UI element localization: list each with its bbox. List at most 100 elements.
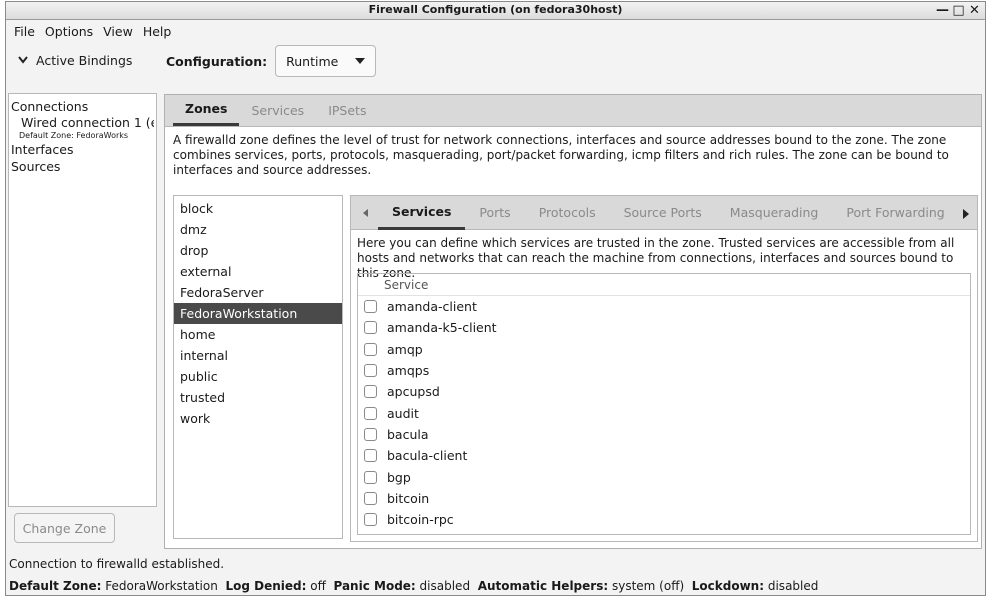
service-checkbox[interactable] — [364, 513, 377, 527]
connection-item[interactable]: Wired connection 1 (er — [11, 115, 154, 131]
service-name: amqp — [387, 341, 423, 357]
active-bindings-pane: Active Bindings Connections Wired connec… — [6, 43, 161, 553]
zone-tab-bar: Services Ports Protocols Source Ports Ma… — [351, 196, 977, 230]
interfaces-header: Interfaces — [11, 142, 74, 157]
sources-header: Sources — [11, 159, 61, 174]
menu-view[interactable]: View — [98, 24, 138, 39]
window-title: Firewall Configuration (on fedora30host) — [368, 3, 623, 16]
menu-options[interactable]: Options — [40, 24, 98, 39]
caret-down-icon — [355, 58, 366, 64]
configuration-select[interactable]: Runtime — [275, 45, 377, 77]
service-name: apcupsd — [387, 384, 440, 400]
service-row: bacula — [358, 424, 970, 445]
service-checkbox[interactable] — [364, 342, 377, 356]
service-checkbox[interactable] — [364, 300, 377, 314]
service-name: bgp — [387, 469, 411, 485]
service-name: bitcoin-rpc — [387, 512, 454, 528]
connection-zone: Default Zone: FedoraWorks — [19, 131, 129, 140]
zone-tab-port-forwarding[interactable]: Port Forwarding — [832, 196, 958, 230]
title-bar: Firewall Configuration (on fedora30host)… — [6, 2, 985, 20]
service-checkbox[interactable] — [364, 406, 377, 420]
minimize-button[interactable]: — — [936, 2, 949, 19]
service-row: bacula-client — [358, 445, 970, 466]
lockdown-label: Lockdown: — [691, 579, 765, 593]
service-row: amanda-k5-client — [358, 317, 970, 338]
service-row: amanda-client — [358, 296, 970, 317]
service-row: bitcoin — [358, 488, 970, 509]
default-zone-value: FedoraWorkstation — [105, 579, 218, 593]
service-column-header[interactable]: Service — [358, 274, 970, 296]
services-table: Service amanda-client amanda-k5-client a… — [357, 273, 971, 535]
maximize-button[interactable]: □ — [952, 2, 965, 19]
services-description: Here you can define which services are t… — [357, 236, 955, 280]
zone-tab-masquerading[interactable]: Masquerading — [716, 196, 833, 230]
change-zone-button[interactable]: Change Zone — [14, 513, 115, 543]
automatic-helpers-value: system (off) — [611, 579, 685, 593]
zone-list: block dmz drop external FedoraServer Fed… — [173, 195, 343, 539]
service-checkbox[interactable] — [364, 385, 377, 399]
zone-item[interactable]: public — [174, 366, 342, 387]
service-checkbox[interactable] — [364, 364, 377, 378]
bindings-list: Connections Wired connection 1 (er Defau… — [8, 93, 157, 507]
service-checkbox[interactable] — [364, 449, 377, 463]
menu-help[interactable]: Help — [138, 24, 177, 39]
service-name: amanda-client — [387, 299, 477, 315]
lockdown-value: disabled — [767, 579, 819, 593]
zone-item[interactable]: internal — [174, 345, 342, 366]
zone-tab-services[interactable]: Services — [378, 196, 466, 230]
service-checkbox[interactable] — [364, 427, 377, 441]
zone-tab-protocols[interactable]: Protocols — [525, 196, 610, 230]
zone-item[interactable]: trusted — [174, 387, 342, 408]
service-name: amqps — [387, 363, 430, 379]
menu-file[interactable]: File — [9, 24, 40, 39]
service-row: amqps — [358, 360, 970, 381]
zone-item[interactable]: home — [174, 324, 342, 345]
service-checkbox[interactable] — [364, 470, 377, 484]
default-zone-label: Default Zone: — [9, 579, 102, 593]
status-message: Connection to firewalld established. — [9, 557, 225, 571]
configuration-value: Runtime — [286, 53, 339, 69]
zone-description: A firewalld zone defines the level of tr… — [173, 133, 949, 177]
service-checkbox[interactable] — [364, 321, 377, 335]
scroll-left-icon[interactable] — [363, 208, 368, 217]
zone-item[interactable]: external — [174, 261, 342, 282]
zone-item[interactable]: work — [174, 408, 342, 429]
service-name: bacula — [387, 426, 429, 442]
zone-settings-panel: Services Ports Protocols Source Ports Ma… — [350, 195, 978, 542]
zone-item[interactable]: dmz — [174, 219, 342, 240]
main-panel: Zones Services IPSets A firewalld zone d… — [164, 94, 982, 549]
zone-item[interactable]: block — [174, 198, 342, 219]
active-bindings-toggle[interactable]: Active Bindings — [6, 43, 161, 77]
status-summary: Default Zone: FedoraWorkstation Log Deni… — [6, 579, 818, 593]
firewall-window: Firewall Configuration (on fedora30host)… — [5, 1, 986, 596]
close-button[interactable]: ✕ — [968, 2, 981, 19]
tab-services[interactable]: Services — [239, 94, 316, 126]
panic-mode-label: Panic Mode: — [333, 579, 416, 593]
zone-item-selected[interactable]: FedoraWorkstation — [174, 303, 342, 324]
tab-zones[interactable]: Zones — [173, 94, 240, 126]
configuration-bar: Configuration: Runtime — [166, 45, 377, 77]
chevron-down-icon — [18, 56, 28, 64]
log-denied-label: Log Denied: — [225, 579, 307, 593]
service-row: audit — [358, 402, 970, 423]
service-name: bacula-client — [387, 448, 468, 464]
zone-tab-ports[interactable]: Ports — [465, 196, 524, 230]
active-bindings-label: Active Bindings — [36, 52, 133, 68]
zone-item[interactable]: drop — [174, 240, 342, 261]
zone-item[interactable]: FedoraServer — [174, 282, 342, 303]
tab-ipsets[interactable]: IPSets — [316, 94, 378, 126]
connections-header: Connections — [11, 99, 89, 114]
configuration-label: Configuration: — [166, 53, 268, 69]
service-name: amanda-k5-client — [387, 320, 497, 336]
service-row: amqp — [358, 339, 970, 360]
menu-bar: File Options View Help — [6, 20, 985, 42]
main-tab-bar: Zones Services IPSets — [165, 95, 981, 127]
automatic-helpers-label: Automatic Helpers: — [477, 579, 609, 593]
scroll-right-icon[interactable] — [963, 209, 969, 219]
log-denied-value: off — [310, 579, 326, 593]
panic-mode-value: disabled — [419, 579, 471, 593]
service-name: audit — [387, 405, 419, 421]
zone-tab-source-ports[interactable]: Source Ports — [610, 196, 716, 230]
service-row: bitcoin-rpc — [358, 509, 970, 530]
service-checkbox[interactable] — [364, 491, 377, 505]
